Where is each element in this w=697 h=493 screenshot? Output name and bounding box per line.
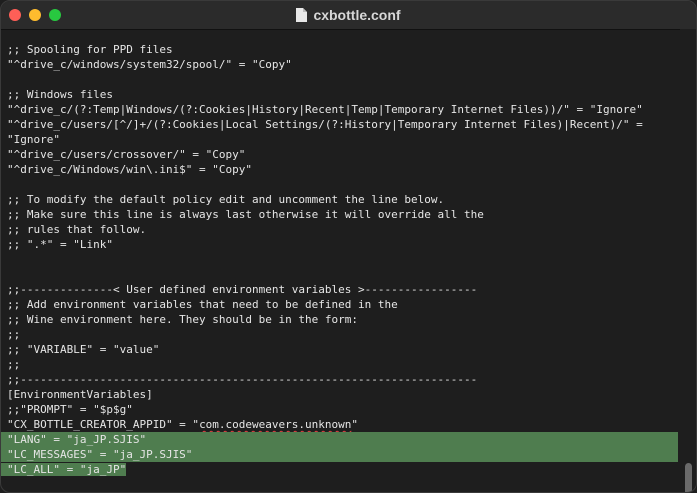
selected-text-line: "LANG" = "ja_JP.SJIS" xyxy=(1,432,678,447)
title-bar: cxbottle.conf xyxy=(1,1,696,30)
text-line: ;; Spooling for PPD files xyxy=(7,43,173,56)
text-line: "^drive_c/windows/system32/spool/" = "Co… xyxy=(7,58,292,71)
text-line: ;;--------------------------------------… xyxy=(7,373,478,386)
window-controls xyxy=(9,9,61,21)
text-line xyxy=(7,177,678,192)
text-line: ;; "VARIABLE" = "value" xyxy=(7,343,160,356)
document-icon xyxy=(296,8,308,22)
text-line: ;; Windows files xyxy=(7,88,113,101)
text-line: "^drive_c/(?:Temp|Windows/(?:Cookies|His… xyxy=(7,103,643,116)
text-line: ;; xyxy=(7,328,21,341)
text-line: [EnvironmentVariables] xyxy=(7,388,153,401)
scrollbar-thumb[interactable] xyxy=(685,463,692,492)
text-line xyxy=(7,252,678,267)
text-line: ;;--------------< User defined environme… xyxy=(7,283,478,296)
text-line: "Ignore" xyxy=(7,133,60,146)
selected-text-line: "LC_ALL" = "ja_JP" xyxy=(1,462,678,477)
minimize-button[interactable] xyxy=(29,9,41,21)
text-line: "^drive_c/users/[^/]+/(?:Cookies|Local S… xyxy=(7,118,643,131)
selected-text-line: "LC_MESSAGES" = "ja_JP.SJIS" xyxy=(1,447,678,462)
text-line: ;;"PROMPT" = "$p$g" xyxy=(7,403,133,416)
window-title-text: cxbottle.conf xyxy=(313,7,401,23)
text-line: ;; To modify the default policy edit and… xyxy=(7,193,445,206)
window-title: cxbottle.conf xyxy=(296,7,401,23)
text-line: "^drive_c/Windows/win\.ini$" = "Copy" xyxy=(7,163,253,176)
text-line: ;; Add environment variables that need t… xyxy=(7,298,398,311)
text-line: "^drive_c/users/crossover/" = "Copy" xyxy=(7,148,246,161)
text-line: ;; xyxy=(7,358,21,371)
text-line: ;; ".*" = "Link" xyxy=(7,238,113,251)
text-area[interactable]: ;; Spooling for PPD files "^drive_c/windo… xyxy=(1,42,678,492)
text-line xyxy=(7,72,678,87)
text-line: ;; Wine environment here. They should be… xyxy=(7,313,358,326)
text-line: ;; Make sure this line is always last ot… xyxy=(7,208,484,221)
text-line: ;; rules that follow. xyxy=(7,223,147,236)
text-line: "CX_BOTTLE_CREATOR_APPID" = "com.codewea… xyxy=(7,418,359,431)
text-line xyxy=(7,267,678,282)
editor-window: cxbottle.conf ;; Spooling for PPD files "… xyxy=(0,0,697,493)
close-button[interactable] xyxy=(9,9,21,21)
scrollbar[interactable] xyxy=(680,29,696,492)
zoom-button[interactable] xyxy=(49,9,61,21)
spelling-squiggle: com.codeweavers.unknown xyxy=(199,418,352,431)
